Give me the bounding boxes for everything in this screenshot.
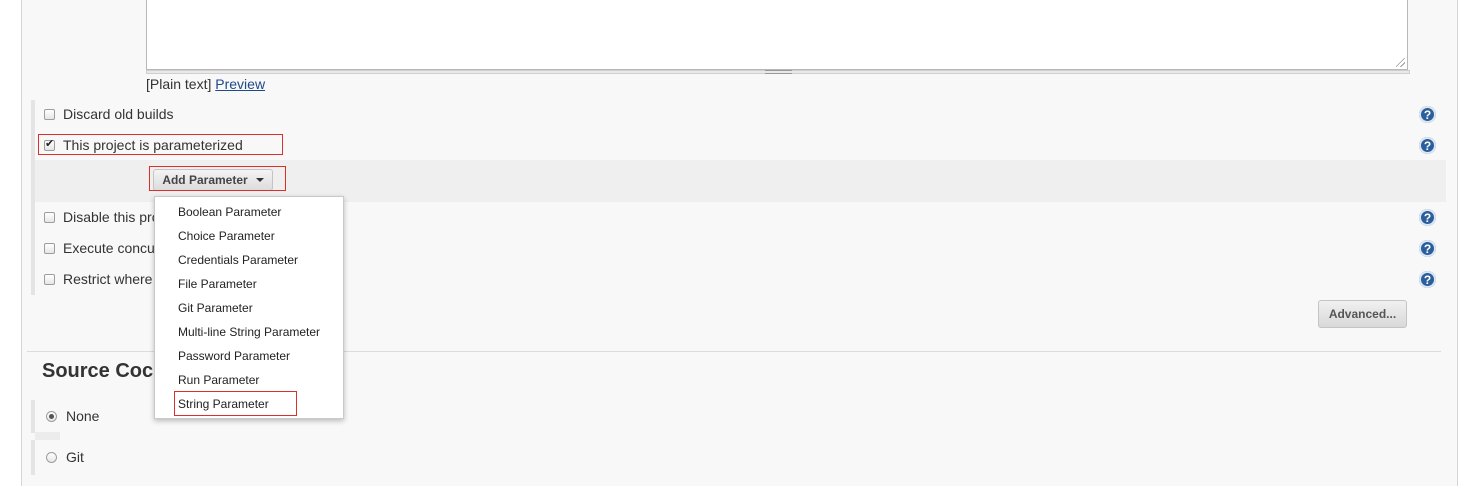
scm-separator bbox=[35, 432, 60, 440]
string-parameter-highlight bbox=[174, 391, 297, 416]
option-disable-project[interactable]: Disable this pro bbox=[44, 207, 160, 227]
help-icon[interactable]: ? bbox=[1419, 271, 1436, 288]
scm-git-label: Git bbox=[66, 449, 84, 465]
execute-concurrent-label: Execute concu bbox=[63, 240, 155, 256]
preview-link[interactable]: Preview bbox=[215, 76, 265, 92]
menu-item-password-parameter[interactable]: Password Parameter bbox=[178, 349, 290, 363]
menu-item-git-parameter[interactable]: Git Parameter bbox=[178, 301, 253, 315]
description-textarea[interactable] bbox=[146, 0, 1408, 70]
scm-none-label: None bbox=[66, 408, 100, 424]
help-icon[interactable]: ? bbox=[1419, 106, 1436, 123]
discard-old-builds-checkbox[interactable] bbox=[44, 108, 55, 120]
scm-option-none[interactable]: None bbox=[46, 406, 99, 426]
disable-project-checkbox[interactable] bbox=[44, 211, 55, 223]
menu-item-credentials-parameter[interactable]: Credentials Parameter bbox=[178, 253, 298, 267]
option-execute-concurrent[interactable]: Execute concu bbox=[44, 238, 155, 258]
menu-item-choice-parameter[interactable]: Choice Parameter bbox=[178, 229, 275, 243]
markup-format-line: [Plain text] Preview bbox=[146, 76, 265, 92]
scm-none-radio[interactable] bbox=[46, 410, 57, 422]
disable-project-label: Disable this pro bbox=[63, 209, 160, 225]
option-discard-old-builds[interactable]: Discard old builds bbox=[44, 104, 174, 124]
restrict-where-checkbox[interactable] bbox=[44, 273, 55, 285]
textarea-resize-grip[interactable] bbox=[1396, 58, 1405, 67]
scm-option-git[interactable]: Git bbox=[46, 447, 84, 467]
scm-section-heading: Source Coc bbox=[42, 360, 154, 382]
menu-item-multiline-string-parameter[interactable]: Multi-line String Parameter bbox=[178, 325, 320, 339]
menu-item-boolean-parameter[interactable]: Boolean Parameter bbox=[178, 205, 281, 219]
discard-old-builds-label: Discard old builds bbox=[63, 106, 174, 122]
help-icon[interactable]: ? bbox=[1419, 137, 1436, 154]
restrict-where-label: Restrict where bbox=[63, 271, 153, 287]
scm-git-radio[interactable] bbox=[46, 451, 57, 463]
scm-group-bar bbox=[31, 400, 35, 433]
menu-item-file-parameter[interactable]: File Parameter bbox=[178, 277, 257, 291]
menu-item-run-parameter[interactable]: Run Parameter bbox=[178, 373, 259, 387]
add-parameter-menu: Boolean Parameter Choice Parameter Crede… bbox=[154, 196, 344, 419]
plain-text-label: [Plain text] bbox=[146, 76, 212, 92]
parameterized-highlight bbox=[38, 134, 283, 155]
option-restrict-where[interactable]: Restrict where bbox=[44, 269, 152, 289]
execute-concurrent-checkbox[interactable] bbox=[44, 242, 55, 254]
add-parameter-highlight bbox=[149, 166, 286, 191]
textarea-drag-handle[interactable] bbox=[765, 70, 792, 74]
help-icon[interactable]: ? bbox=[1419, 240, 1436, 257]
scm-group-bar bbox=[31, 440, 35, 475]
help-icon[interactable]: ? bbox=[1419, 209, 1436, 226]
advanced-button[interactable]: Advanced... bbox=[1318, 300, 1407, 328]
